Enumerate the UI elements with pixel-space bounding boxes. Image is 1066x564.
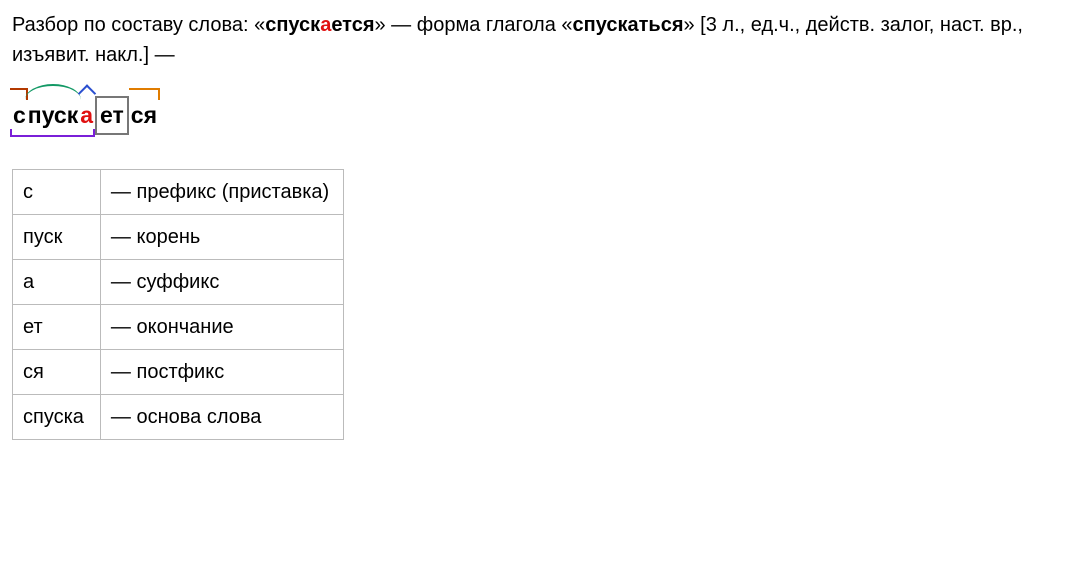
intro-lead: Разбор по составу слова: «: [12, 14, 265, 36]
morpheme-diagram: спускается: [12, 84, 158, 135]
intro-verb: спускаться: [573, 14, 684, 36]
table-cell-part: пуск: [13, 214, 101, 259]
table-cell-desc: — постфикс: [100, 349, 343, 394]
table-cell-desc: — префикс (приставка): [100, 169, 343, 214]
morpheme-prefix: с: [12, 98, 27, 133]
intro-word-stress: а: [320, 14, 331, 36]
intro-word-post: ется: [331, 14, 374, 36]
table-row: пуск — корень: [13, 214, 344, 259]
table-row: спуска — основа слова: [13, 394, 344, 439]
table-cell-part: а: [13, 259, 101, 304]
table-row: ет — окончание: [13, 304, 344, 349]
table-cell-part: ся: [13, 349, 101, 394]
morpheme-root: пуск: [27, 98, 79, 133]
word-basis: спуска: [12, 98, 94, 133]
morpheme-ending: ет: [95, 96, 129, 135]
table-cell-desc: — окончание: [100, 304, 343, 349]
intro-paragraph: Разбор по составу слова: «спускается» — …: [12, 10, 1054, 70]
table-cell-desc: — корень: [100, 214, 343, 259]
table-cell-desc: — суффикс: [100, 259, 343, 304]
morpheme-table: с — префикс (приставка) пуск — корень а …: [12, 169, 344, 440]
table-row: с — префикс (приставка): [13, 169, 344, 214]
intro-word-pre: спуск: [265, 14, 320, 36]
intro-mid: » — форма глагола «: [375, 14, 573, 36]
table-cell-part: спуска: [13, 394, 101, 439]
table-cell-part: с: [13, 169, 101, 214]
table-row: ся — постфикс: [13, 349, 344, 394]
table-cell-desc: — основа слова: [100, 394, 343, 439]
morpheme-suffix: а: [79, 98, 94, 133]
morpheme-postfix: ся: [130, 98, 158, 133]
table-row: а — суффикс: [13, 259, 344, 304]
table-cell-part: ет: [13, 304, 101, 349]
